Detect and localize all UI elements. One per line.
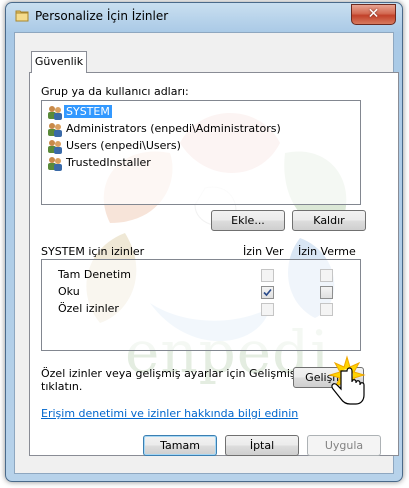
- apply-button[interactable]: Uygula: [307, 435, 381, 456]
- checkmark-icon: [263, 288, 272, 297]
- user-name: Administrators (enpedi\Administrators): [66, 122, 281, 135]
- close-button[interactable]: ✕: [351, 4, 396, 25]
- permission-name: Tam Denetim: [58, 268, 131, 281]
- user-name: SYSTEM: [64, 105, 112, 118]
- help-link[interactable]: Erişim denetimi ve izinler hakkında bilg…: [41, 407, 298, 420]
- allow-checkbox-full-control[interactable]: [261, 269, 274, 282]
- user-group-icon: [48, 157, 62, 171]
- folder-icon: [15, 10, 29, 22]
- deny-checkbox-special[interactable]: [320, 303, 333, 316]
- title-bar[interactable]: Personalize İçin İzinler ✕: [6, 3, 402, 31]
- deny-checkbox-full-control[interactable]: [320, 269, 333, 282]
- allow-checkbox-read[interactable]: [261, 286, 274, 299]
- list-item[interactable]: TrustedInstaller: [46, 155, 346, 172]
- close-icon: ✕: [367, 6, 380, 22]
- user-group-icon: [48, 106, 62, 120]
- add-button[interactable]: Ekle...: [211, 210, 285, 231]
- user-name: Users (enpedi\Users): [66, 139, 181, 152]
- user-group-icon: [48, 140, 62, 154]
- remove-button[interactable]: Kaldır: [292, 210, 366, 231]
- list-item[interactable]: Administrators (enpedi\Administrators): [46, 121, 346, 138]
- cancel-button[interactable]: İptal: [225, 435, 299, 456]
- list-item[interactable]: Users (enpedi\Users): [46, 138, 346, 155]
- user-group-icon: [48, 123, 62, 137]
- user-name: TrustedInstaller: [66, 156, 151, 169]
- deny-checkbox-read[interactable]: [320, 286, 333, 299]
- tab-security-label: Güvenlik: [34, 55, 84, 68]
- advanced-hint-line1: Özel izinler veya gelişmiş ayarlar için …: [41, 367, 302, 380]
- ok-button[interactable]: Tamam: [143, 435, 217, 456]
- allow-column-header: İzin Ver: [243, 245, 284, 258]
- add-button-label: Ekle...: [231, 214, 265, 227]
- cancel-button-label: İptal: [249, 439, 275, 452]
- window-title: Personalize İçin İzinler: [35, 9, 169, 23]
- list-item[interactable]: SYSTEM: [46, 104, 346, 121]
- tab-security[interactable]: Güvenlik: [31, 51, 87, 73]
- users-listbox[interactable]: SYSTEM Administrators (enpedi\Administra…: [41, 100, 361, 205]
- ok-button-label: Tamam: [160, 439, 200, 452]
- permission-name: Oku: [58, 285, 80, 298]
- apply-button-label: Uygula: [324, 439, 364, 452]
- deny-column-header: İzin Verme: [298, 245, 356, 258]
- permissions-header: SYSTEM için izinler: [41, 245, 145, 258]
- permission-name: Özel izinler: [58, 302, 119, 315]
- advanced-hint-line2: tıklatın.: [41, 380, 83, 393]
- remove-button-label: Kaldır: [313, 214, 345, 227]
- hand-cursor-icon: [328, 355, 366, 405]
- allow-checkbox-special[interactable]: [261, 303, 274, 316]
- users-list-label: Grup ya da kullanıcı adları:: [41, 85, 189, 98]
